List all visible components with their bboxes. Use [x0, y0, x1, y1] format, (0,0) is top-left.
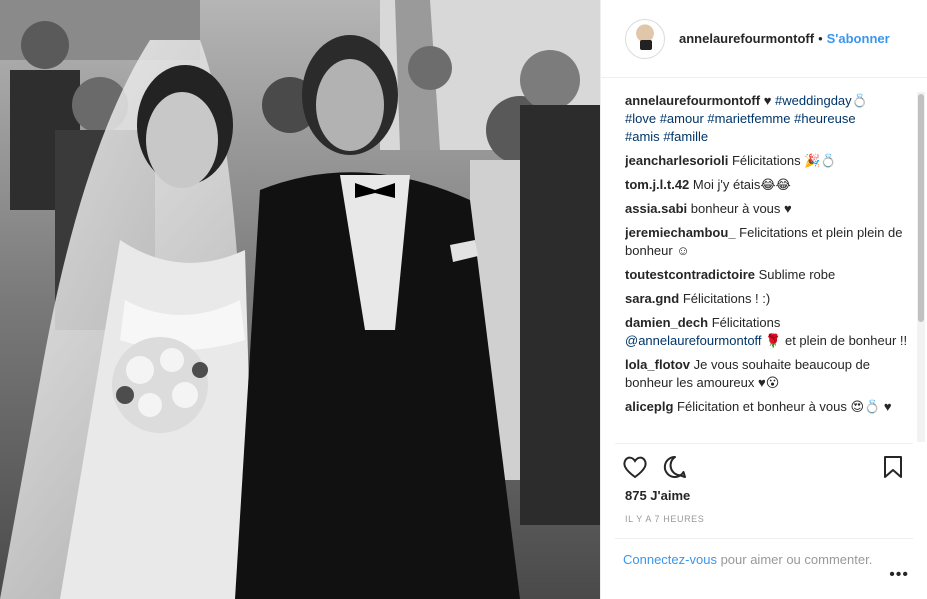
- hashtag[interactable]: #weddingday💍: [775, 93, 868, 108]
- comment-item: jeancharlesorioli Félicitations 🎉💍: [625, 152, 913, 170]
- hashtag[interactable]: #amis: [625, 129, 660, 144]
- header-username[interactable]: annelaurefourmontoff: [679, 31, 814, 46]
- mention-link[interactable]: @annelaurefourmontoff: [625, 333, 762, 348]
- comment-username[interactable]: lola_flotov: [625, 357, 690, 372]
- heart-icon: ♥: [763, 93, 772, 108]
- scrollbar-thumb[interactable]: [918, 94, 924, 322]
- comment-username[interactable]: jeremiechambou_: [625, 225, 736, 240]
- post-sidebar: annelaurefourmontoff • S'abonner annelau…: [600, 0, 927, 599]
- bookmark-icon: [884, 455, 902, 478]
- hashtag[interactable]: #famille: [663, 129, 708, 144]
- comment-username[interactable]: jeancharlesorioli: [625, 153, 728, 168]
- comment-item: toutestcontradictoire Sublime robe: [625, 266, 913, 284]
- comment-item: assia.sabi bonheur à vous ♥: [625, 200, 913, 218]
- comment-text: bonheur à vous ♥: [690, 201, 792, 216]
- comments-list[interactable]: annelaurefourmontoff ♥ #weddingday💍 #lov…: [625, 92, 913, 442]
- comment-username[interactable]: damien_dech: [625, 315, 708, 330]
- comment-username[interactable]: sara.gnd: [625, 291, 679, 306]
- post-modal: annelaurefourmontoff • S'abonner annelau…: [0, 0, 927, 599]
- post-header: annelaurefourmontoff • S'abonner: [601, 0, 927, 78]
- hashtag[interactable]: #marietfemme: [707, 111, 790, 126]
- hashtag[interactable]: #heureuse: [794, 111, 855, 126]
- comment-text: Félicitations: [711, 315, 781, 330]
- caption-username[interactable]: annelaurefourmontoff: [625, 93, 760, 108]
- wedding-photo-illustration: [0, 0, 600, 599]
- hashtag[interactable]: #amour: [660, 111, 704, 126]
- more-options-button[interactable]: •••: [889, 566, 909, 584]
- comment-item: damien_dech Félicitations @annelaurefour…: [625, 314, 913, 350]
- comment-button[interactable]: [655, 447, 695, 487]
- comment-text: Félicitations ! :): [682, 291, 771, 306]
- login-prompt: Connectez-vous pour aimer ou commenter.: [615, 538, 913, 569]
- likes-count[interactable]: 875 J'aime: [625, 488, 690, 503]
- post-photo[interactable]: [0, 0, 600, 599]
- comment-username[interactable]: tom.j.l.t.42: [625, 177, 689, 192]
- comment-text: Moi j'y étais😂😂: [692, 177, 791, 192]
- comment-item: aliceplg Félicitation et bonheur à vous …: [625, 398, 913, 416]
- separator-dot: •: [818, 31, 823, 46]
- comment-text: Félicitations 🎉💍: [731, 153, 837, 168]
- comment-text: Félicitation et bonheur à vous 😍💍 ♥: [677, 399, 892, 414]
- hashtag[interactable]: #love: [625, 111, 656, 126]
- post-timestamp[interactable]: IL Y A 7 HEURES: [625, 514, 704, 524]
- comments-scrollbar[interactable]: [917, 92, 925, 442]
- comment-item: sara.gnd Félicitations ! :): [625, 290, 913, 308]
- comment-text: 🌹 et plein de bonheur !!: [765, 333, 908, 348]
- heart-icon: [623, 456, 647, 478]
- comment-username[interactable]: aliceplg: [625, 399, 673, 414]
- comment-text: Sublime robe: [758, 267, 836, 282]
- comment-icon: [663, 455, 686, 478]
- caption: annelaurefourmontoff ♥ #weddingday💍 #lov…: [625, 92, 913, 146]
- login-prompt-text: pour aimer ou commenter.: [716, 552, 873, 567]
- like-button[interactable]: [615, 447, 655, 487]
- save-button[interactable]: [873, 447, 913, 487]
- action-bar: [615, 443, 913, 489]
- comment-item: tom.j.l.t.42 Moi j'y étais😂😂: [625, 176, 913, 194]
- comment-item: jeremiechambou_ Felicitations et plein p…: [625, 224, 913, 260]
- comment-item: lola_flotov Je vous souhaite beaucoup de…: [625, 356, 913, 392]
- comment-username[interactable]: toutestcontradictoire: [625, 267, 755, 282]
- comment-username[interactable]: assia.sabi: [625, 201, 687, 216]
- follow-button[interactable]: S'abonner: [827, 31, 890, 46]
- login-link[interactable]: Connectez-vous: [623, 552, 717, 567]
- avatar[interactable]: [625, 18, 665, 59]
